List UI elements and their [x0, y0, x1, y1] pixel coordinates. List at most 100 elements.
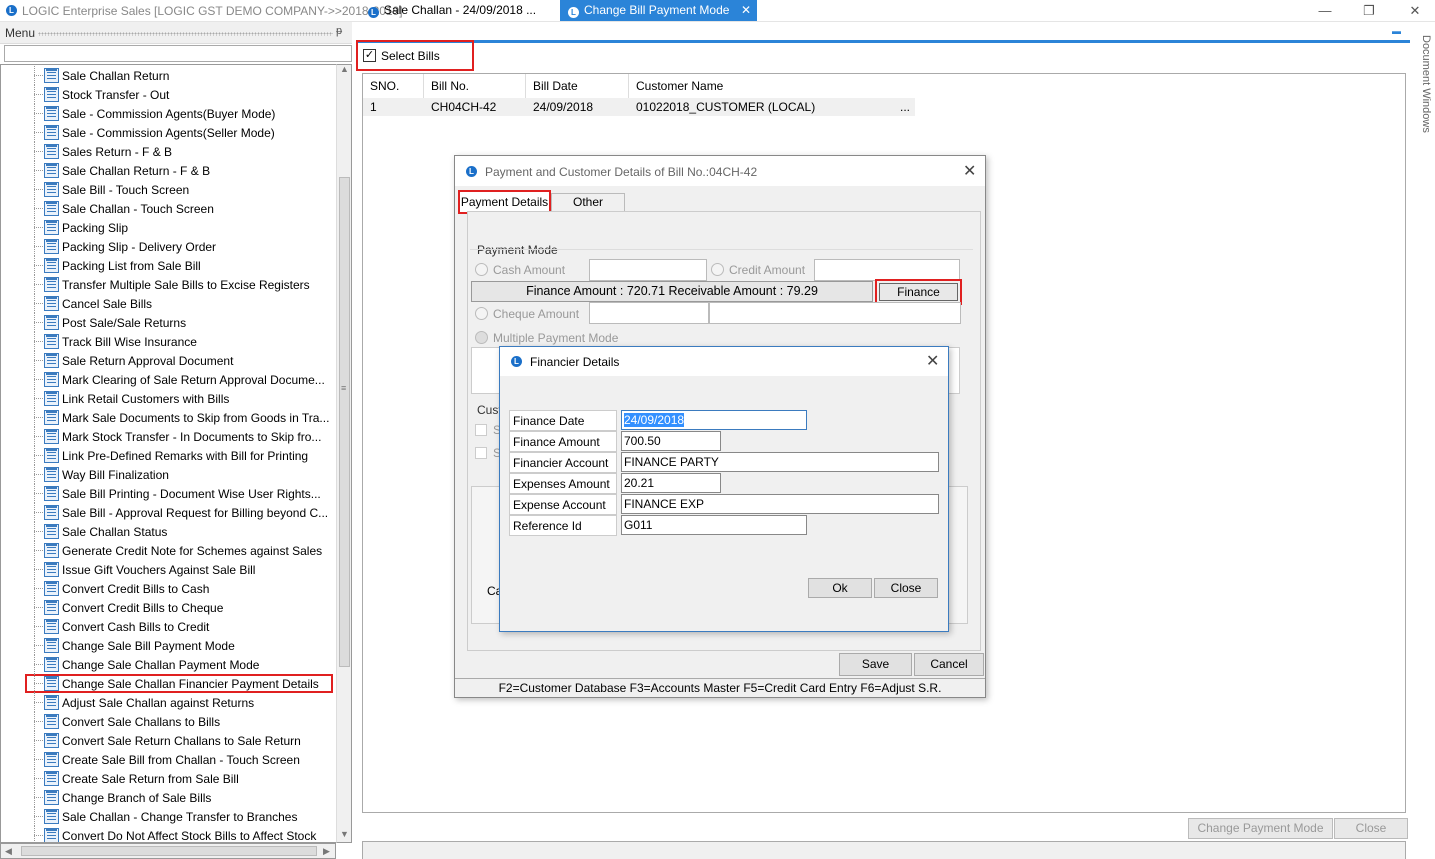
- finance-details-button[interactable]: Finance Details: [879, 283, 958, 315]
- menu-item[interactable]: Sale - Commission Agents(Seller Mode): [1, 123, 336, 142]
- pin-icon[interactable]: ᵽ: [336, 25, 342, 37]
- table-cell-customer[interactable]: 01022018_CUSTOMER (LOCAL) ...: [629, 98, 915, 116]
- menu-item[interactable]: Stock Transfer - Out: [1, 85, 336, 104]
- menu-item[interactable]: Change Branch of Sale Bills: [1, 788, 336, 807]
- close-icon[interactable]: ✕: [963, 161, 976, 181]
- menu-item[interactable]: Create Sale Return from Sale Bill: [1, 769, 336, 788]
- tab-dropdown-icon[interactable]: ▬: [1392, 26, 1401, 36]
- scroll-left-icon[interactable]: ◀: [5, 846, 12, 857]
- customer-checkbox-2[interactable]: [475, 447, 487, 459]
- menu-item[interactable]: Link Retail Customers with Bills: [1, 389, 336, 408]
- expense-account-input[interactable]: FINANCE EXP: [621, 494, 939, 514]
- finance-date-input[interactable]: 24/09/2018: [621, 410, 807, 430]
- menu-item[interactable]: Sale Challan Status: [1, 522, 336, 541]
- menu-item[interactable]: Sale Bill - Approval Request for Billing…: [1, 503, 336, 522]
- menu-item[interactable]: Sale Return Approval Document: [1, 351, 336, 370]
- menu-item[interactable]: Sale - Commission Agents(Buyer Mode): [1, 104, 336, 123]
- ok-button[interactable]: Ok: [808, 578, 872, 598]
- cheque-amount-radio[interactable]: [475, 307, 488, 320]
- reference-id-input[interactable]: G011: [621, 515, 807, 535]
- tab-other-settings[interactable]: Other Settings: [551, 193, 625, 226]
- menu-item[interactable]: Transfer Multiple Sale Bills to Excise R…: [1, 275, 336, 294]
- menu-item[interactable]: Create Sale Bill from Challan - Touch Sc…: [1, 750, 336, 769]
- tab-change-bill-payment-mode[interactable]: L Change Bill Payment Mode ✕: [560, 0, 757, 21]
- menu-search-input[interactable]: [4, 45, 352, 62]
- cancel-button[interactable]: Cancel: [914, 653, 984, 676]
- close-icon[interactable]: ✕: [926, 351, 939, 371]
- menu-item[interactable]: Adjust Sale Challan against Returns: [1, 693, 336, 712]
- menu-item[interactable]: Way Bill Finalization: [1, 465, 336, 484]
- financier-account-input[interactable]: FINANCE PARTY: [621, 452, 939, 472]
- menu-item[interactable]: Sale Challan - Touch Screen: [1, 199, 336, 218]
- menu-item[interactable]: Packing Slip: [1, 218, 336, 237]
- customer-lookup-button[interactable]: ...: [900, 100, 910, 114]
- scroll-up-icon[interactable]: ▲: [340, 64, 349, 74]
- column-header-bill-date[interactable]: Bill Date: [526, 74, 629, 98]
- tree-line: [34, 227, 43, 228]
- tree-line: [34, 664, 43, 665]
- tab-close-icon[interactable]: ✕: [741, 3, 751, 17]
- menu-item[interactable]: Mark Clearing of Sale Return Approval Do…: [1, 370, 336, 389]
- menu-item[interactable]: Packing List from Sale Bill: [1, 256, 336, 275]
- menu-item[interactable]: Convert Cash Bills to Credit: [1, 617, 336, 636]
- cheque-details-input[interactable]: [709, 302, 961, 324]
- menu-item[interactable]: Change Sale Challan Payment Mode: [1, 655, 336, 674]
- expenses-amount-input[interactable]: 20.21: [621, 473, 721, 493]
- menu-item[interactable]: Sales Return - F & B: [1, 142, 336, 161]
- menu-item[interactable]: Cancel Sale Bills: [1, 294, 336, 313]
- menu-item[interactable]: Track Bill Wise Insurance: [1, 332, 336, 351]
- tab-sale-challan[interactable]: L Sale Challan - 24/09/2018 ...: [360, 0, 544, 21]
- table-cell-sno[interactable]: 1: [363, 98, 424, 116]
- finance-amount-input[interactable]: 700.50: [621, 431, 721, 451]
- menu-item[interactable]: Sale Challan Return - F & B: [1, 161, 336, 180]
- menu-vertical-scrollbar[interactable]: ▲ ≡ ▼: [336, 64, 352, 843]
- cash-amount-radio[interactable]: [475, 263, 488, 276]
- column-header-sno[interactable]: SNO.: [363, 74, 424, 98]
- customer-checkbox-1[interactable]: [475, 424, 487, 436]
- menu-item[interactable]: Change Sale Bill Payment Mode: [1, 636, 336, 655]
- menu-item[interactable]: Convert Credit Bills to Cash: [1, 579, 336, 598]
- save-button[interactable]: Save: [839, 653, 912, 676]
- menu-item[interactable]: Generate Credit Note for Schemes against…: [1, 541, 336, 560]
- table-cell-bill-no[interactable]: CH04CH-42: [424, 98, 526, 116]
- change-payment-mode-button[interactable]: Change Payment Mode: [1188, 818, 1333, 839]
- form-icon: [44, 201, 59, 216]
- scroll-down-icon[interactable]: ▼: [340, 829, 349, 839]
- close-button[interactable]: Close: [1334, 818, 1408, 839]
- menu-item[interactable]: Convert Do Not Affect Stock Bills to Aff…: [1, 826, 336, 842]
- hscrollbar-thumb[interactable]: [21, 846, 317, 856]
- minimize-button[interactable]: —: [1310, 2, 1340, 20]
- menu-item[interactable]: Convert Credit Bills to Cheque: [1, 598, 336, 617]
- menu-item[interactable]: Mark Stock Transfer - In Documents to Sk…: [1, 427, 336, 446]
- menu-item[interactable]: Post Sale/Sale Returns: [1, 313, 336, 332]
- menu-item[interactable]: Link Pre-Defined Remarks with Bill for P…: [1, 446, 336, 465]
- close-window-button[interactable]: ✕: [1400, 2, 1430, 20]
- menu-item[interactable]: Sale Bill - Touch Screen: [1, 180, 336, 199]
- menu-item[interactable]: Packing Slip - Delivery Order: [1, 237, 336, 256]
- menu-item[interactable]: Mark Sale Documents to Skip from Goods i…: [1, 408, 336, 427]
- multiple-payment-mode-radio[interactable]: [475, 331, 488, 344]
- menu-horizontal-scrollbar[interactable]: ◀ ▶: [0, 843, 336, 859]
- credit-amount-input[interactable]: [814, 259, 960, 281]
- maximize-button[interactable]: ❐: [1354, 2, 1384, 20]
- cheque-amount-input[interactable]: [589, 302, 709, 324]
- cash-amount-input[interactable]: [589, 259, 707, 281]
- column-header-customer-name[interactable]: Customer Name: [629, 74, 915, 98]
- column-header-bill-no[interactable]: Bill No.: [424, 74, 526, 98]
- menu-grip[interactable]: [38, 32, 333, 36]
- table-cell-bill-date[interactable]: 24/09/2018: [526, 98, 629, 116]
- menu-item[interactable]: Convert Sale Return Challans to Sale Ret…: [1, 731, 336, 750]
- menu-item[interactable]: Convert Sale Challans to Bills: [1, 712, 336, 731]
- credit-amount-radio[interactable]: [711, 263, 724, 276]
- scrollbar-thumb[interactable]: [339, 177, 350, 667]
- select-bills-checkbox[interactable]: ✓: [363, 49, 376, 62]
- menu-item[interactable]: Sale Bill Printing - Document Wise User …: [1, 484, 336, 503]
- close-button[interactable]: Close: [874, 578, 938, 598]
- menu-item[interactable]: Sale Challan Return: [1, 66, 336, 85]
- menu-item[interactable]: Issue Gift Vouchers Against Sale Bill: [1, 560, 336, 579]
- menu-item[interactable]: Change Sale Challan Financier Payment De…: [25, 674, 333, 693]
- menu-item[interactable]: Sale Challan - Change Transfer to Branch…: [1, 807, 336, 826]
- menu-item-label: Create Sale Return from Sale Bill: [62, 772, 239, 786]
- scroll-right-icon[interactable]: ▶: [323, 846, 330, 857]
- document-windows-panel[interactable]: Document Windows: [1416, 35, 1432, 185]
